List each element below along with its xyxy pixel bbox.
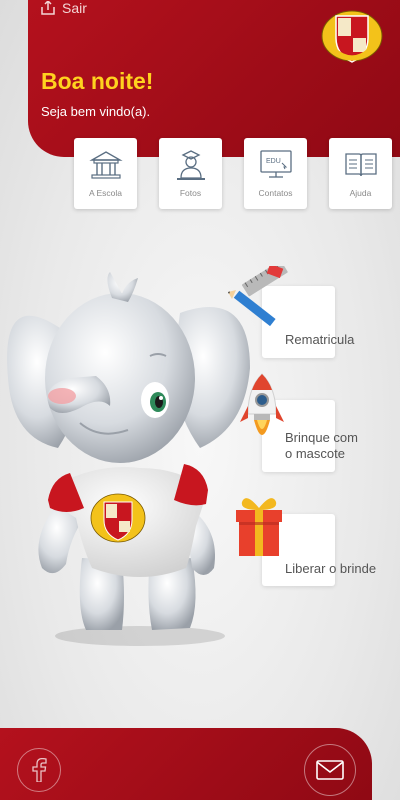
ruler-pencil-icon <box>228 266 288 327</box>
play-mascot-label-line1: Brinque com <box>285 430 358 445</box>
tile-contatos[interactable]: EDU Contatos <box>244 138 307 209</box>
school-building-icon <box>88 151 123 179</box>
tile-a-escola[interactable]: A Escola <box>74 138 137 209</box>
gift-icon <box>236 498 282 556</box>
gift-label: Liberar o brinde <box>285 561 377 576</box>
logout-label: Sair <box>62 0 87 16</box>
quick-tiles: A Escola Fotos EDU Contatos Ajuda <box>74 138 392 209</box>
logout-icon <box>41 1 55 15</box>
rematricula-label: Rematricula <box>285 332 355 347</box>
tile-label: Contatos <box>258 188 293 198</box>
tile-label: A Escola <box>88 188 123 198</box>
mail-icon <box>316 760 344 780</box>
facebook-icon <box>32 758 47 782</box>
greeting-title: Boa noite! <box>41 68 154 94</box>
edu-monitor-icon: EDU <box>259 150 292 178</box>
logout-button[interactable]: Sair <box>40 0 87 16</box>
graduate-photo-icon <box>176 150 205 180</box>
school-crest-logo <box>321 10 383 63</box>
greeting-subtitle: Seja bem vindo(a). <box>41 104 151 119</box>
tile-label: Ajuda <box>349 188 372 198</box>
facebook-button[interactable] <box>17 748 61 792</box>
open-book-icon <box>344 153 377 177</box>
tile-fotos[interactable]: Fotos <box>159 138 222 209</box>
play-mascot-label-line2: o mascote <box>285 446 345 461</box>
svg-text:EDU: EDU <box>266 158 281 165</box>
elephant-mascot[interactable] <box>0 268 260 648</box>
rocket-icon <box>240 373 284 435</box>
tile-ajuda[interactable]: Ajuda <box>329 138 392 209</box>
tile-label: Fotos <box>179 188 202 198</box>
mail-button[interactable] <box>304 744 356 796</box>
